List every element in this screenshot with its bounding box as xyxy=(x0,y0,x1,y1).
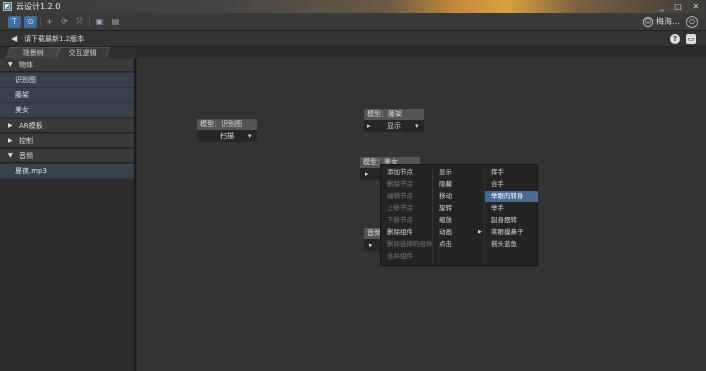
section-label: AR模板 xyxy=(19,122,43,130)
menu-item-anim-rise-turn[interactable]: 起身摆转 xyxy=(485,215,538,226)
node-bullet-icon: ▸ xyxy=(365,170,369,178)
collapse-arrow-icon: ▼ xyxy=(8,61,13,68)
section-ar-template[interactable]: ▶ AR模板 xyxy=(0,119,134,133)
toolbar: T ⊙ + ⟳ ⤧ ▣ ▤ ☺ 梅海... ⏻ xyxy=(0,13,706,31)
marker-tool-icon[interactable]: ⊙ xyxy=(24,16,37,28)
fullscreen-icon[interactable]: ⤧ xyxy=(73,16,86,28)
chat-icon[interactable]: ▭ xyxy=(686,34,696,44)
node-bullet-icon: ▸ xyxy=(367,122,371,130)
close-button[interactable]: ✕ xyxy=(688,0,704,13)
dropdown-arrow-icon: ▾ xyxy=(415,122,419,130)
menu-item-edit-node[interactable]: 编辑节点 xyxy=(381,191,413,202)
export-icon[interactable]: ▤ xyxy=(109,16,122,28)
node-title: 模型：识别图 xyxy=(197,119,257,130)
dropdown-arrow-icon: ▾ xyxy=(248,132,252,140)
node-action-select[interactable]: ▸ 显示 ▾ xyxy=(364,120,424,132)
app-icon: ◩ xyxy=(3,2,12,11)
window-title: 云设计1.2.0 xyxy=(16,2,61,11)
sidebar-item-vine[interactable]: 藤架 xyxy=(0,88,134,103)
section-control[interactable]: ▶ 控制 xyxy=(0,134,134,148)
title-bar: ◩ 云设计1.2.0 _ □ ✕ xyxy=(0,0,706,13)
menu-item-merge-component[interactable]: 合并组件 xyxy=(381,251,413,262)
node-action-value: 扫描 xyxy=(220,132,234,140)
text-tool-icon[interactable]: T xyxy=(8,16,21,28)
section-objects[interactable]: ▼ 物体 xyxy=(0,58,134,72)
context-menu: 添加节点 删除节点 编辑节点 上移节点 下移节点 删除组件 删除选择的组件 合并… xyxy=(380,164,538,266)
add-icon[interactable]: + xyxy=(43,16,56,28)
expand-arrow-icon: ▶ xyxy=(8,137,13,144)
menu-item-label: 动画 xyxy=(439,228,452,236)
sidebar-item-beauty[interactable]: 美女 xyxy=(0,103,134,118)
context-menu-col-animation: 挥手 合手 举眼的转身 举手 起身摆转 笑眼摸鼻子 摇头蓝鱼 xyxy=(485,165,538,265)
speaker-icon: ◀ xyxy=(11,34,18,43)
menu-item-anim-raise-hand[interactable]: 举手 xyxy=(485,203,538,214)
menu-item-hide[interactable]: 隐藏 xyxy=(433,179,452,190)
menu-item-animation[interactable]: 动画 ▶ xyxy=(433,227,485,238)
section-audio[interactable]: ▼ 音频 xyxy=(0,149,134,163)
menu-item-scale[interactable]: 缩放 xyxy=(433,215,452,226)
menu-item-move-up[interactable]: 上移节点 xyxy=(381,203,413,214)
sidebar-item-audio-file[interactable]: 夏夜.mp3 xyxy=(0,164,134,179)
menu-item-move[interactable]: 移动 xyxy=(433,191,452,202)
menu-item-add-node[interactable]: 添加节点 xyxy=(381,167,413,178)
node-vine[interactable]: 模型：藤架 ▸ 显示 ▾ xyxy=(364,109,424,132)
node-bullet-icon: ▸ xyxy=(369,241,373,249)
minimize-button[interactable]: _ xyxy=(654,0,670,13)
menu-item-anim-wave[interactable]: 挥手 xyxy=(485,167,538,178)
tab-interaction-logic[interactable]: 交互逻辑 xyxy=(55,47,111,58)
help-icon[interactable]: ? xyxy=(670,34,680,44)
context-menu-col-action: 显示 隐藏 移动 旋转 缩放 动画 ▶ 点击 xyxy=(433,165,485,265)
expand-arrow-icon: ▶ xyxy=(8,122,13,129)
menu-item-rotate[interactable]: 旋转 xyxy=(433,203,452,214)
sidebar-item-recognition-image[interactable]: 识别图 xyxy=(0,73,134,88)
toolbar-divider xyxy=(89,17,90,27)
menu-item-anim-shake-head[interactable]: 摇头蓝鱼 xyxy=(485,239,538,250)
save-icon[interactable]: ▣ xyxy=(93,16,106,28)
menu-item-click[interactable]: 点击 xyxy=(433,239,452,250)
sidebar: ▼ 物体 识别图 藤架 美女 ▶ AR模板 ▶ 控制 ▼ 音频 夏夜.mp3 xyxy=(0,58,136,371)
menu-item-anim-touch-nose[interactable]: 笑眼摸鼻子 xyxy=(485,227,538,238)
node-recognition-image[interactable]: 模型：识别图 扫描 ▾ xyxy=(197,119,257,142)
menu-item-delete-node[interactable]: 删除节点 xyxy=(381,179,413,190)
context-menu-col-node: 添加节点 删除节点 编辑节点 上移节点 下移节点 删除组件 删除选择的组件 合并… xyxy=(381,165,433,265)
node-action-select[interactable]: 扫描 ▾ xyxy=(197,130,257,142)
menu-item-delete-selected[interactable]: 删除选择的组件 xyxy=(381,239,433,250)
menu-item-move-down[interactable]: 下移节点 xyxy=(381,215,413,226)
sidebar-tabs: 场景树 交互逻辑 xyxy=(0,47,136,58)
section-label: 控制 xyxy=(19,137,33,145)
user-name[interactable]: 梅海... xyxy=(656,16,680,28)
node-action-select[interactable]: ▸ xyxy=(360,168,380,180)
node-action-value: 显示 xyxy=(387,122,401,130)
collapse-arrow-icon: ▼ xyxy=(8,152,13,159)
maximize-button[interactable]: □ xyxy=(670,0,686,13)
section-label: 音频 xyxy=(19,152,33,160)
menu-item-anim-turn[interactable]: 举眼的转身 xyxy=(485,191,538,202)
menu-item-delete-component[interactable]: 删除组件 xyxy=(381,227,413,238)
submenu-arrow-icon: ▶ xyxy=(478,229,482,235)
notice-bar: ◀ 请下载最新1.2版本 ? ▭ xyxy=(0,31,706,47)
refresh-icon[interactable]: ⟳ xyxy=(58,16,71,28)
menu-item-show[interactable]: 显示 xyxy=(433,167,452,178)
notice-text[interactable]: 请下载最新1.2版本 xyxy=(24,34,84,44)
tab-scene-tree[interactable]: 场景树 xyxy=(5,47,61,58)
user-avatar-icon[interactable]: ☺ xyxy=(643,17,653,27)
menu-item-anim-join-hands[interactable]: 合手 xyxy=(485,179,538,190)
power-icon[interactable]: ⏻ xyxy=(686,16,698,28)
toolbar-divider xyxy=(40,17,41,27)
section-label: 物体 xyxy=(19,61,33,69)
node-title: 模型：藤架 xyxy=(364,109,424,120)
